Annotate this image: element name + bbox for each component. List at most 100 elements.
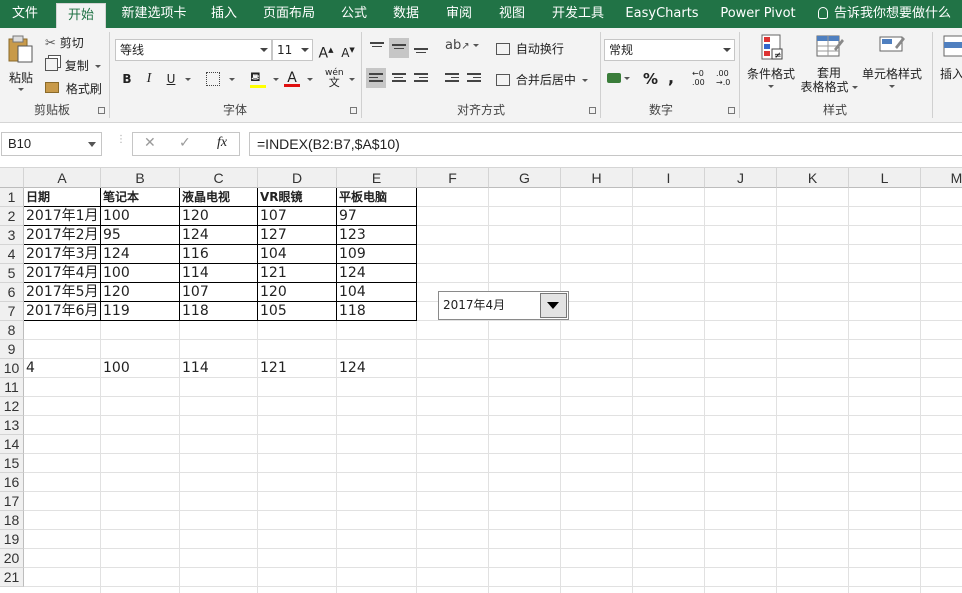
font-color-button[interactable]: A [284, 70, 300, 87]
underline-dropdown-icon[interactable] [185, 78, 191, 81]
table-header-cell[interactable]: 液晶电视 [180, 188, 257, 207]
column-header[interactable]: I [633, 168, 705, 188]
index-cell-a10[interactable]: 4 [24, 359, 100, 378]
row-header[interactable]: 10 [0, 359, 24, 378]
result-cell-e10[interactable]: 124 [337, 359, 416, 378]
accounting-format-button[interactable] [607, 71, 630, 85]
table-cell[interactable]: 121 [258, 264, 336, 283]
format-as-table-button[interactable]: 套用 表格格式 [800, 33, 858, 94]
bottom-align-icon[interactable] [414, 48, 428, 60]
column-header[interactable]: G [489, 168, 561, 188]
table-cell[interactable]: 107 [180, 283, 257, 302]
column-header[interactable]: B [101, 168, 180, 188]
top-align-icon[interactable] [370, 42, 384, 54]
column-header[interactable]: L [849, 168, 921, 188]
row-header[interactable]: 9 [0, 340, 24, 359]
table-cell[interactable]: 109 [337, 245, 416, 264]
shrink-font-button[interactable]: A▼ [339, 41, 357, 60]
formula-input[interactable]: =INDEX(B2:B7,$A$10) [249, 132, 962, 156]
middle-align-button[interactable] [389, 38, 409, 58]
decrease-decimal-button[interactable]: .00 →.0 [716, 69, 730, 87]
row-header[interactable]: 6 [0, 283, 24, 302]
table-header-cell[interactable]: 平板电脑 [337, 188, 416, 207]
align-right-icon[interactable] [414, 73, 428, 85]
column-header[interactable]: H [561, 168, 633, 188]
result-cell-d10[interactable]: 121 [258, 359, 336, 378]
tab-insert[interactable]: 插入 [202, 0, 246, 28]
select-all-corner[interactable] [0, 168, 24, 188]
tab-formulas[interactable]: 公式 [332, 0, 376, 28]
table-cell[interactable]: 100 [101, 264, 179, 283]
increase-indent-icon[interactable] [467, 73, 481, 85]
table-cell[interactable]: 2017年5月 [24, 283, 100, 302]
column-header[interactable]: F [417, 168, 489, 188]
column-header[interactable]: A [24, 168, 101, 188]
table-cell[interactable]: 2017年4月 [24, 264, 100, 283]
row-header[interactable]: 11 [0, 378, 24, 397]
row-header[interactable]: 14 [0, 435, 24, 454]
result-cell-b10[interactable]: 100 [101, 359, 179, 378]
worksheet-grid[interactable]: A B C D E F G H I J K L M 1 2 3 4 5 6 7 … [0, 168, 962, 593]
column-header[interactable]: D [258, 168, 337, 188]
row-header[interactable]: 4 [0, 245, 24, 264]
copy-button[interactable]: 复制 [45, 57, 101, 74]
borders-icon[interactable] [206, 72, 220, 86]
enter-icon[interactable]: ✓ [179, 135, 191, 151]
table-cell[interactable]: 114 [180, 264, 257, 283]
number-launcher-icon[interactable] [728, 107, 735, 114]
table-header-cell[interactable]: 笔记本 [101, 188, 179, 207]
tab-review[interactable]: 审阅 [437, 0, 481, 28]
row-header[interactable]: 18 [0, 511, 24, 530]
table-cell[interactable]: 100 [101, 207, 179, 226]
phonetic-dropdown-icon[interactable] [349, 78, 355, 81]
row-header[interactable]: 13 [0, 416, 24, 435]
tab-developer[interactable]: 开发工具 [542, 0, 614, 28]
table-cell[interactable]: 124 [337, 264, 416, 283]
table-cell[interactable]: 2017年2月 [24, 226, 100, 245]
table-cell[interactable]: 2017年6月 [24, 302, 100, 321]
table-cell[interactable]: 120 [180, 207, 257, 226]
table-cell[interactable]: 124 [180, 226, 257, 245]
row-header[interactable]: 12 [0, 397, 24, 416]
row-header[interactable]: 16 [0, 473, 24, 492]
font-name-select[interactable]: 等线 [115, 39, 272, 61]
cell-styles-button[interactable]: 单元格样式 [861, 33, 923, 90]
fill-color-button[interactable]: ⛾ [250, 70, 266, 88]
insert-function-icon[interactable]: fx [217, 135, 227, 151]
tab-page-layout[interactable]: 页面布局 [254, 0, 324, 28]
increase-decimal-button[interactable]: ←0 .00 [692, 69, 705, 87]
table-cell[interactable]: 104 [258, 245, 336, 264]
row-header[interactable]: 15 [0, 454, 24, 473]
row-header[interactable]: 7 [0, 302, 24, 321]
row-header[interactable]: 2 [0, 207, 24, 226]
bold-button[interactable]: B [118, 70, 136, 88]
alignment-launcher-icon[interactable] [589, 107, 596, 114]
column-header[interactable]: K [777, 168, 849, 188]
table-cell[interactable]: 124 [101, 245, 179, 264]
font-color-dropdown-icon[interactable] [307, 78, 313, 81]
tab-new[interactable]: 新建选项卡 [112, 0, 196, 28]
align-left-button[interactable] [366, 68, 386, 88]
table-cell[interactable]: 118 [180, 302, 257, 321]
table-cell[interactable]: 127 [258, 226, 336, 245]
font-launcher-icon[interactable] [350, 107, 357, 114]
format-painter-button[interactable]: 格式刷 [45, 80, 102, 97]
phonetic-button[interactable]: wén 文 [325, 68, 344, 88]
row-header[interactable]: 20 [0, 549, 24, 568]
table-cell[interactable]: 2017年1月 [24, 207, 100, 226]
comma-button[interactable]: , [668, 68, 674, 87]
row-header[interactable]: 17 [0, 492, 24, 511]
tab-power-pivot[interactable]: Power Pivot [712, 0, 804, 28]
row-header[interactable]: 3 [0, 226, 24, 245]
table-cell[interactable]: 105 [258, 302, 336, 321]
decrease-indent-icon[interactable] [445, 73, 459, 85]
percent-button[interactable]: % [643, 70, 658, 88]
tab-view[interactable]: 视图 [490, 0, 534, 28]
table-cell[interactable]: 97 [337, 207, 416, 226]
row-header[interactable]: 19 [0, 530, 24, 549]
resize-handle-icon[interactable]: ⋮ [116, 135, 126, 145]
merge-center-button[interactable]: 合并后居中 [496, 71, 588, 88]
table-cell[interactable]: 119 [101, 302, 179, 321]
name-box[interactable]: B10 [1, 132, 102, 156]
underline-button[interactable]: U [162, 70, 180, 88]
